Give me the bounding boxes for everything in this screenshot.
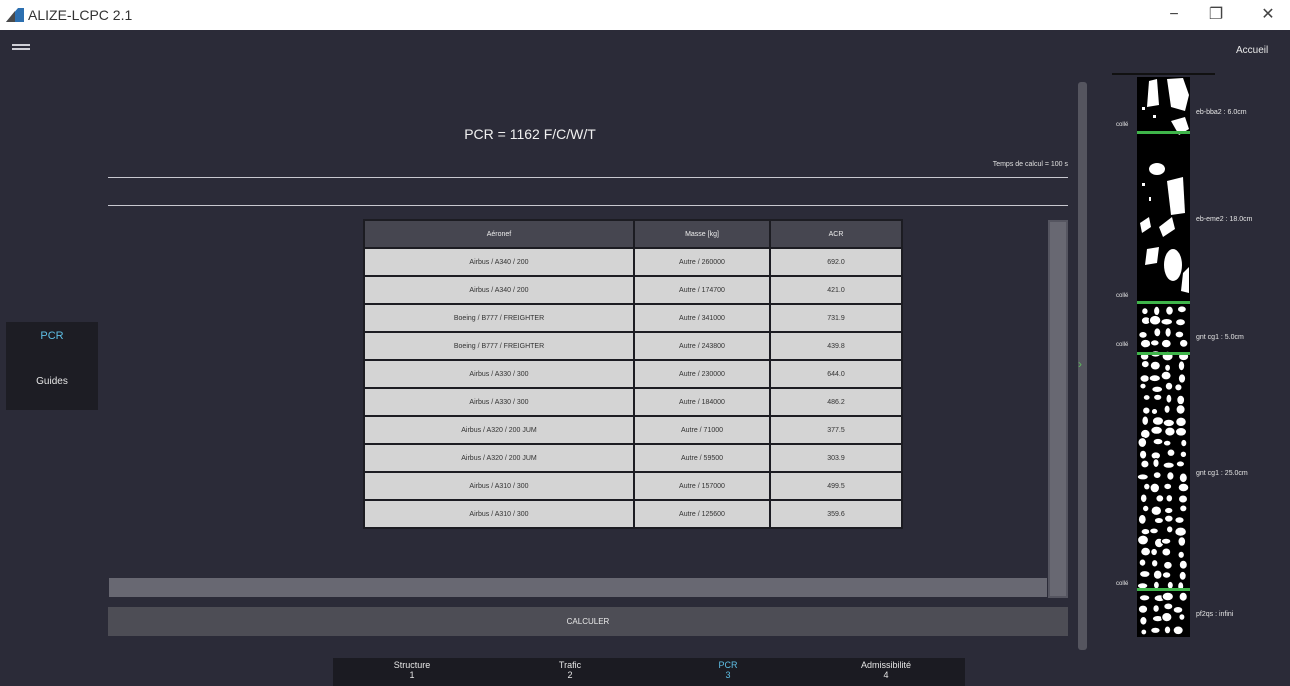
table-row[interactable]: Airbus / A320 / 200 JUM Autre / 59500 303.…: [363, 443, 903, 473]
cell-acr: 421.0: [769, 275, 903, 305]
table-row[interactable]: Airbus / A320 / 200 JUM Autre / 71000 377.…: [363, 415, 903, 445]
tab-number: 2: [567, 670, 573, 680]
results-table: Aéronef Masse [kg] ACR Airbus / A340 / 2…: [363, 219, 903, 529]
pavement-structure-diagram: [1137, 77, 1190, 637]
bottom-tabs: Structure 1 Trafic 2 PCR 3 Admissibilité…: [333, 658, 965, 686]
column-header-mass[interactable]: Masse [kg]: [633, 219, 771, 249]
cell-mass: Autre / 59500: [633, 443, 771, 473]
tab-pcr[interactable]: PCR 3: [649, 660, 807, 680]
close-icon[interactable]: ✕: [1257, 4, 1279, 26]
cell-acr: 644.0: [769, 359, 903, 389]
interface-label: collé: [1116, 342, 1129, 348]
cell-aircraft: Airbus / A330 / 300: [363, 359, 635, 389]
left-nav: PCR Guides: [6, 322, 98, 410]
tab-number: 3: [725, 670, 731, 680]
column-header-aircraft[interactable]: Aéronef: [363, 219, 635, 249]
structure-surface-line: [1112, 73, 1215, 75]
table-row[interactable]: Airbus / A340 / 200 Autre / 260000 692.0: [363, 247, 903, 277]
cell-aircraft: Airbus / A320 / 200 JUM: [363, 415, 635, 445]
calc-time: Temps de calcul = 100 s: [992, 161, 1068, 168]
cell-mass: Autre / 341000: [633, 303, 771, 333]
table-header-row: Aéronef Masse [kg] ACR: [363, 219, 903, 249]
cell-aircraft: Airbus / A330 / 300: [363, 387, 635, 417]
cell-mass: Autre / 243800: [633, 331, 771, 361]
cell-aircraft: Boeing / B777 / FREIGHTER: [363, 331, 635, 361]
cell-acr: 439.8: [769, 331, 903, 361]
layer-label: gnt cg1 : 25.0cm: [1196, 470, 1248, 477]
layer-label: gnt cg1 : 5.0cm: [1196, 334, 1244, 341]
alize-logo-icon: [6, 8, 24, 22]
layer-label: eb-bba2 : 6.0cm: [1196, 109, 1247, 116]
cell-mass: Autre / 260000: [633, 247, 771, 277]
tab-trafic[interactable]: Trafic 2: [491, 660, 649, 680]
interface-label: collé: [1116, 122, 1129, 128]
home-link[interactable]: Accueil: [1236, 45, 1268, 56]
table-row[interactable]: Boeing / B777 / FREIGHTER Autre / 243800 4…: [363, 331, 903, 361]
cell-acr: 692.0: [769, 247, 903, 277]
maximize-icon[interactable]: ❐: [1205, 4, 1227, 26]
divider: [108, 205, 1068, 206]
table-row[interactable]: Airbus / A310 / 300 Autre / 157000 499.5: [363, 471, 903, 501]
tab-number: 4: [883, 670, 889, 680]
nav-item-guides[interactable]: Guides: [6, 376, 98, 387]
tab-structure[interactable]: Structure 1: [333, 660, 491, 680]
table-row[interactable]: Airbus / A330 / 300 Autre / 230000 644.0: [363, 359, 903, 389]
calculate-button[interactable]: CALCULER: [108, 607, 1068, 636]
cell-mass: Autre / 71000: [633, 415, 771, 445]
cell-acr: 486.2: [769, 387, 903, 417]
cell-acr: 731.9: [769, 303, 903, 333]
interface-label: collé: [1116, 293, 1129, 299]
table-horizontal-scrollbar[interactable]: [109, 578, 1047, 597]
cell-mass: Autre / 184000: [633, 387, 771, 417]
chevron-right-icon[interactable]: ›: [1078, 357, 1082, 371]
cell-aircraft: Airbus / A320 / 200 JUM: [363, 443, 635, 473]
tab-label: Admissibilité: [860, 660, 911, 670]
cell-aircraft: Boeing / B777 / FREIGHTER: [363, 303, 635, 333]
tab-label: PCR: [718, 660, 738, 670]
interface-label: collé: [1116, 581, 1129, 587]
cell-aircraft: Airbus / A310 / 300: [363, 499, 635, 529]
tab-label: Trafic: [558, 660, 582, 670]
tab-admissibilite[interactable]: Admissibilité 4: [807, 660, 965, 680]
table-vertical-scrollbar-thumb[interactable]: [1050, 222, 1066, 596]
cell-mass: Autre / 230000: [633, 359, 771, 389]
layer-label: pf2qs : infini: [1196, 611, 1234, 618]
cell-aircraft: Airbus / A340 / 200: [363, 275, 635, 305]
cell-acr: 499.5: [769, 471, 903, 501]
tab-label: Structure: [393, 660, 431, 670]
tab-number: 1: [409, 670, 415, 680]
layer-label: eb-eme2 : 18.0cm: [1196, 216, 1253, 223]
cell-aircraft: Airbus / A340 / 200: [363, 247, 635, 277]
cell-mass: Autre / 157000: [633, 471, 771, 501]
table-row[interactable]: Airbus / A340 / 200 Autre / 174700 421.0: [363, 275, 903, 305]
cell-mass: Autre / 174700: [633, 275, 771, 305]
window-title: ALIZE-LCPC 2.1: [28, 7, 133, 23]
window-titlebar: ALIZE-LCPC 2.1 − ❐ ✕: [0, 0, 1290, 30]
minimize-icon[interactable]: −: [1163, 4, 1185, 26]
table-row[interactable]: Airbus / A310 / 300 Autre / 125600 359.6: [363, 499, 903, 529]
nav-item-pcr[interactable]: PCR: [6, 330, 98, 342]
table-row[interactable]: Airbus / A330 / 300 Autre / 184000 486.2: [363, 387, 903, 417]
cell-mass: Autre / 125600: [633, 499, 771, 529]
pcr-result: PCR = 1162 F/C/W/T: [464, 126, 596, 142]
cell-acr: 377.5: [769, 415, 903, 445]
column-header-acr[interactable]: ACR: [769, 219, 903, 249]
hamburger-menu-icon[interactable]: [12, 44, 30, 54]
cell-acr: 303.9: [769, 443, 903, 473]
cell-acr: 359.6: [769, 499, 903, 529]
table-row[interactable]: Boeing / B777 / FREIGHTER Autre / 341000 7…: [363, 303, 903, 333]
divider: [108, 177, 1068, 178]
cell-aircraft: Airbus / A310 / 300: [363, 471, 635, 501]
